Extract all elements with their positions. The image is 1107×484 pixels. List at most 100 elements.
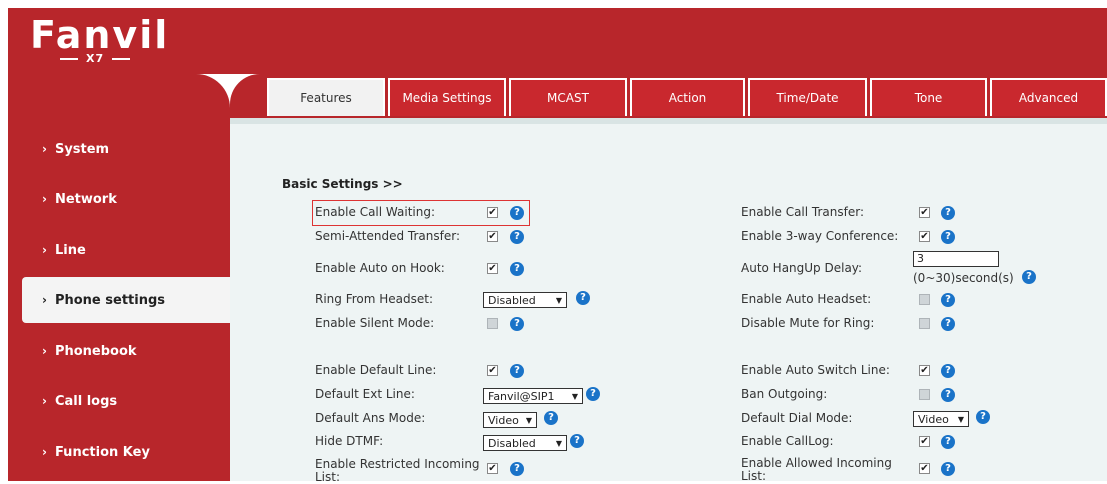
semi-attended-label: Semi-Attended Transfer: (315, 229, 461, 243)
tab-mcast[interactable]: MCAST (509, 78, 627, 116)
chevron-down-icon: ▼ (957, 414, 964, 424)
default-ext-label: Default Ext Line: (315, 387, 415, 401)
select-value: Video (918, 412, 949, 426)
chevron-right-icon: › (42, 293, 47, 307)
auto-switch-checkbox[interactable]: ✔ (919, 365, 930, 376)
hide-dtmf-label: Hide DTMF: (315, 434, 384, 448)
help-icon[interactable]: ? (510, 230, 524, 244)
call-transfer-label: Enable Call Transfer: (741, 205, 864, 219)
three-way-label: Enable 3-way Conference: (741, 229, 899, 243)
chevron-down-icon: ▼ (571, 391, 578, 401)
sidebar-item-label: Network (54, 191, 117, 207)
help-icon[interactable]: ? (941, 230, 955, 244)
hide-dtmf-select[interactable]: Disabled ▼ (483, 435, 567, 451)
sidebar-item-call-logs[interactable]: › Call logs (8, 378, 230, 424)
tab-media-settings[interactable]: Media Settings (388, 78, 506, 116)
app-header: Fanvil X7 (8, 8, 1107, 74)
chevron-down-icon: ▼ (555, 295, 562, 305)
help-icon[interactable]: ? (941, 435, 955, 449)
mute-ring-checkbox[interactable] (919, 318, 930, 329)
help-icon[interactable]: ? (510, 364, 524, 378)
model-label: X7 (52, 52, 138, 65)
call-transfer-checkbox[interactable]: ✔ (919, 207, 930, 218)
help-icon[interactable]: ? (941, 317, 955, 331)
help-icon[interactable]: ? (1022, 270, 1036, 284)
select-value: Fanvil@SIP1 (488, 389, 555, 403)
help-icon[interactable]: ? (941, 388, 955, 402)
sidebar-item-function-key[interactable]: › Function Key (8, 429, 230, 475)
tab-bar: Features Media Settings MCAST Action Tim… (230, 74, 1107, 118)
tab-action[interactable]: Action (630, 78, 745, 116)
chevron-right-icon: › (42, 344, 47, 358)
ans-mode-select[interactable]: Video ▼ (483, 412, 537, 428)
help-icon[interactable]: ? (941, 462, 955, 476)
silent-mode-label: Enable Silent Mode: (315, 316, 435, 330)
chevron-right-icon: › (42, 192, 47, 206)
auto-headset-label: Enable Auto Headset: (741, 292, 872, 306)
section-title: Basic Settings >> (282, 177, 403, 191)
sidebar-item-label: System (54, 141, 110, 157)
help-icon[interactable]: ? (510, 206, 524, 220)
tab-features[interactable]: Features (267, 78, 385, 116)
tab-tone[interactable]: Tone (870, 78, 987, 116)
allowed-incoming-label-line2: List: (741, 469, 767, 483)
help-icon[interactable]: ? (570, 434, 584, 448)
help-icon[interactable]: ? (576, 291, 590, 305)
help-icon[interactable]: ? (941, 364, 955, 378)
sidebar-item-label: Phonebook (54, 343, 137, 359)
sidebar-item-line[interactable]: › Line (8, 227, 230, 273)
chevron-down-icon: ▼ (525, 415, 532, 425)
chevron-down-icon: ▼ (555, 438, 562, 448)
call-waiting-label: Enable Call Waiting: (315, 205, 435, 219)
hangup-delay-label: Auto HangUp Delay: (741, 261, 863, 275)
ban-outgoing-label: Ban Outgoing: (741, 387, 828, 401)
sidebar-item-label: Function Key (54, 444, 150, 460)
dial-mode-select[interactable]: Video ▼ (913, 411, 969, 427)
chevron-right-icon: › (42, 394, 47, 408)
help-icon[interactable]: ? (976, 410, 990, 424)
chevron-right-icon: › (42, 445, 47, 459)
ring-headset-select[interactable]: Disabled ▼ (483, 292, 567, 308)
default-line-checkbox[interactable]: ✔ (487, 365, 498, 376)
auto-on-hook-checkbox[interactable]: ✔ (487, 263, 498, 274)
help-icon[interactable]: ? (941, 206, 955, 220)
sidebar-item-label: Phone settings (54, 292, 166, 308)
allowed-incoming-checkbox[interactable]: ✔ (919, 463, 930, 474)
auto-switch-label: Enable Auto Switch Line: (741, 363, 890, 377)
mute-ring-label: Disable Mute for Ring: (741, 316, 875, 330)
select-value: Disabled (488, 436, 536, 450)
default-ext-select[interactable]: Fanvil@SIP1 ▼ (483, 388, 583, 404)
help-icon[interactable]: ? (544, 411, 558, 425)
ban-outgoing-checkbox[interactable] (919, 389, 930, 400)
three-way-checkbox[interactable]: ✔ (919, 231, 930, 242)
sidebar-item-label: Line (54, 242, 86, 258)
sidebar-item-network[interactable]: › Network (8, 176, 230, 222)
sidebar-item-system[interactable]: › System (8, 126, 230, 172)
help-icon[interactable]: ? (510, 317, 524, 331)
auto-headset-checkbox[interactable] (919, 294, 930, 305)
semi-attended-checkbox[interactable]: ✔ (487, 231, 498, 242)
panel-divider (230, 118, 1107, 124)
help-icon[interactable]: ? (510, 462, 524, 476)
dial-mode-label: Default Dial Mode: (741, 411, 853, 425)
hangup-delay-input[interactable]: 3 (913, 251, 999, 267)
restricted-incoming-label-line2: List: (315, 470, 341, 484)
chevron-right-icon: › (42, 142, 47, 156)
sidebar-item-phone-settings[interactable]: › Phone settings (22, 277, 230, 323)
restricted-incoming-checkbox[interactable]: ✔ (487, 463, 498, 474)
chevron-right-icon: › (42, 243, 47, 257)
help-icon[interactable]: ? (586, 387, 600, 401)
hangup-delay-hint: (0~30)second(s) (913, 271, 1014, 285)
ans-mode-label: Default Ans Mode: (315, 411, 426, 425)
fanvil-logo: Fanvil (30, 13, 170, 57)
ring-headset-label: Ring From Headset: (315, 292, 434, 306)
call-waiting-checkbox[interactable]: ✔ (487, 207, 498, 218)
calllog-checkbox[interactable]: ✔ (919, 436, 930, 447)
tab-advanced[interactable]: Advanced (990, 78, 1107, 116)
silent-mode-checkbox[interactable] (487, 318, 498, 329)
select-value: Disabled (488, 293, 536, 307)
help-icon[interactable]: ? (941, 293, 955, 307)
help-icon[interactable]: ? (510, 262, 524, 276)
tab-time-date[interactable]: Time/Date (748, 78, 867, 116)
sidebar-item-phonebook[interactable]: › Phonebook (8, 328, 230, 374)
